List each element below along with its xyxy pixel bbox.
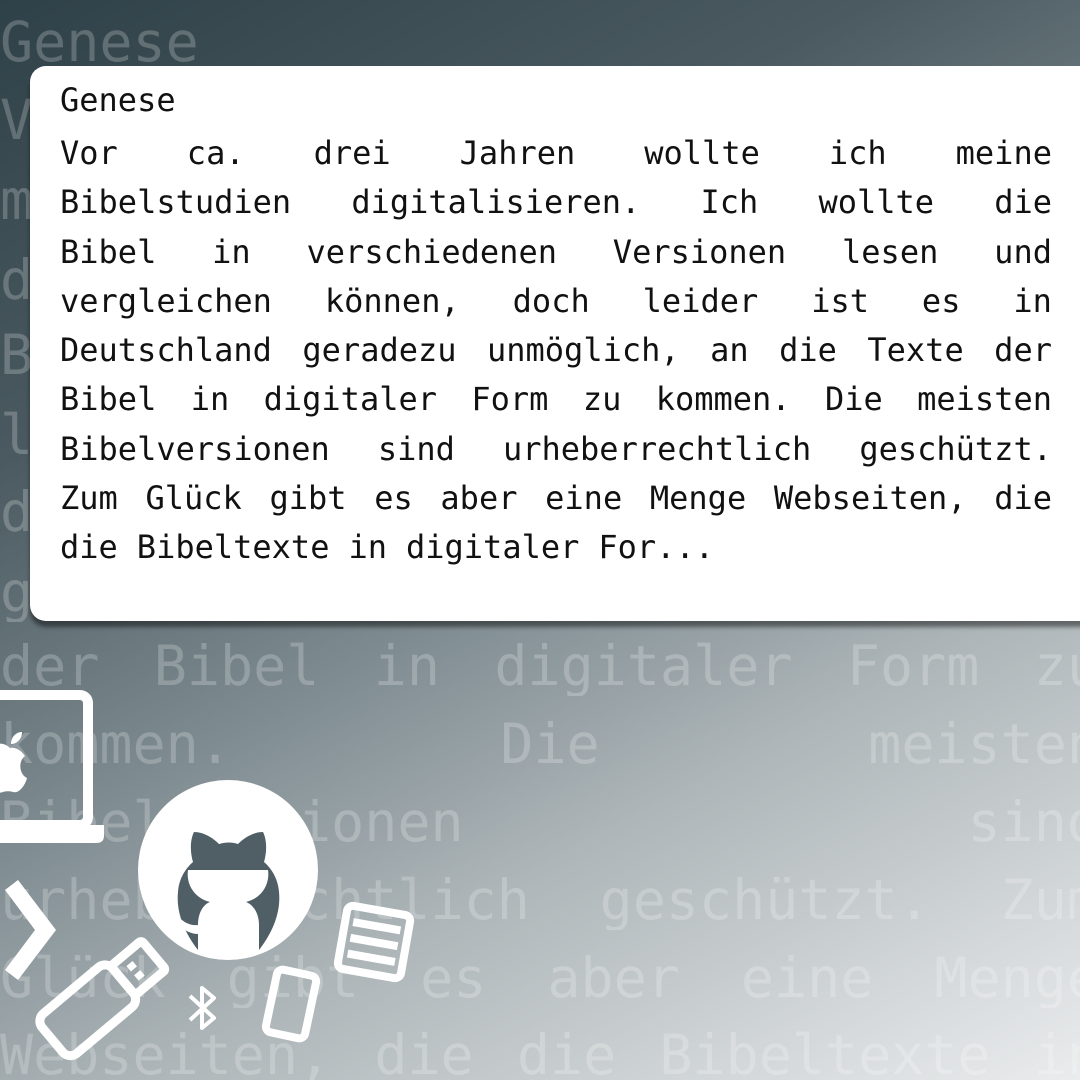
word: sind	[377, 429, 455, 468]
word: digitalisieren.	[351, 183, 641, 222]
word: die	[994, 479, 1052, 518]
card-title: Genese	[60, 81, 176, 119]
text-line: Zum Glück gibt es aber eine Menge Websei…	[60, 474, 1052, 523]
word: urheberrechtlich	[502, 429, 812, 468]
text-line: Vor ca. drei Jahren wollte ich meine	[60, 129, 1052, 178]
word: leider	[642, 281, 759, 320]
word: doch	[512, 281, 590, 320]
word: Bibeltexte	[136, 528, 330, 567]
card-body: Vor ca. drei Jahren wollte ich meine Bib…	[60, 129, 1052, 573]
word: Webseiten,	[773, 479, 967, 518]
text-line: Bibel in digitaler Form zu kommen. Die m…	[60, 375, 1052, 424]
bg-word: in	[1033, 1025, 1080, 1080]
word: Jahren	[459, 134, 576, 172]
word: wollte	[818, 183, 935, 222]
bg-left-line: Genese	[0, 12, 199, 72]
word: wollte	[644, 134, 760, 172]
word: die	[994, 183, 1052, 222]
smartphone-icon	[261, 965, 321, 1043]
word: geradezu	[302, 331, 457, 370]
word: in	[212, 232, 251, 271]
word: aber	[440, 479, 518, 518]
word: ist	[811, 281, 869, 320]
word: lesen	[842, 232, 939, 271]
text-line: Deutschland geradezu unmöglich, an die T…	[60, 326, 1052, 375]
word: Zum	[60, 479, 118, 518]
word: ca.	[186, 134, 245, 172]
word: Texte	[867, 331, 964, 370]
word: Bibelversionen	[60, 429, 330, 468]
word: Menge	[649, 479, 747, 518]
word: an	[710, 331, 749, 370]
word: For...	[598, 528, 714, 567]
bg-word: zu	[1033, 636, 1080, 696]
bg-word: digitaler	[494, 636, 793, 696]
bg-word: die	[516, 1025, 617, 1080]
word: geschützt.	[859, 429, 1052, 468]
usb-stick-icon	[35, 937, 170, 1061]
text-card: Genese Vor ca. drei Jahren wollte ich me…	[30, 66, 1080, 621]
word: es	[921, 281, 961, 320]
bg-word: Zum	[1000, 870, 1080, 930]
word: Glück	[145, 479, 242, 518]
word: Vor	[60, 134, 118, 172]
word: die	[779, 331, 837, 370]
bg-word: Bibeltexte	[659, 1025, 991, 1080]
bg-word: sind	[967, 792, 1080, 852]
word: Bibel	[60, 232, 157, 271]
bg-word: aber	[547, 948, 680, 1008]
word: verschiedenen	[306, 232, 557, 271]
text-line: die Bibeltexte in digitaler For...	[60, 523, 1052, 572]
tech-icons-cluster	[0, 690, 415, 1061]
word: Deutschland	[60, 331, 272, 370]
word: Ich	[700, 183, 759, 222]
github-icon	[138, 780, 318, 960]
word: kommen.	[655, 380, 791, 419]
text-line: Bibelversionen sind urheberrechtlich ges…	[60, 425, 1052, 474]
word: meine	[955, 134, 1052, 172]
word: Versionen	[612, 232, 787, 271]
laptop-icon	[0, 690, 104, 843]
word: es	[374, 479, 413, 518]
bg-word: Menge	[934, 948, 1080, 1008]
word: zu	[582, 380, 622, 419]
word: digitaler	[263, 380, 437, 419]
word: eine	[545, 479, 623, 518]
word: und	[994, 232, 1052, 271]
word: ich	[828, 134, 887, 172]
text-line: vergleichen können, doch leider ist es i…	[60, 277, 1052, 326]
bg-word: Die	[500, 714, 600, 774]
bg-word: Form	[846, 636, 980, 696]
canvas: Genese V m d v B l d g der Bibel in digi…	[0, 0, 1080, 1080]
word: gibt	[269, 479, 347, 518]
word: Form	[471, 380, 549, 419]
word: Die	[824, 380, 883, 419]
word: in	[1013, 281, 1052, 320]
bg-word: geschützt.	[599, 870, 931, 930]
word: Bibel	[60, 380, 157, 419]
bg-word: meisten	[868, 714, 1080, 774]
terminal-prompt-icon	[5, 880, 56, 980]
word: in	[348, 528, 387, 567]
word: digitaler	[405, 528, 580, 567]
word: der	[994, 331, 1052, 370]
word: meisten	[917, 380, 1052, 419]
text-line: Bibelstudien digitalisieren. Ich wollte …	[60, 178, 1052, 227]
word: die	[60, 528, 118, 567]
word: Bibelstudien	[60, 183, 292, 222]
word: in	[190, 380, 230, 419]
bg-word: eine	[740, 948, 874, 1008]
text-line: Bibel in verschiedenen Versionen lesen u…	[60, 228, 1052, 277]
bluetooth-icon	[188, 986, 216, 1030]
word: unmöglich,	[486, 331, 680, 370]
word: drei	[313, 134, 391, 172]
word: können,	[324, 281, 460, 320]
server-icon	[333, 901, 415, 983]
word: vergleichen	[60, 281, 272, 320]
